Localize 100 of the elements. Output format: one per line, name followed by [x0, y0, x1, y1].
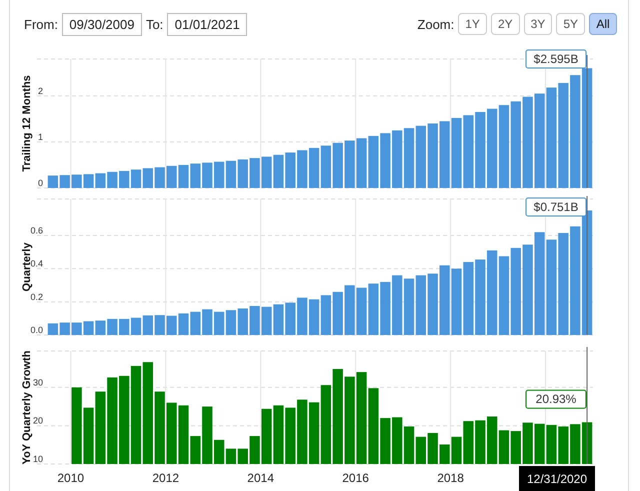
bar — [119, 170, 130, 188]
value-tooltip: $2.595B — [526, 50, 586, 68]
bar — [202, 162, 212, 188]
bar — [308, 299, 320, 335]
tick-label: 2014 — [247, 471, 274, 485]
to-label: To: — [146, 16, 164, 32]
bar — [60, 175, 70, 188]
bar — [119, 318, 130, 335]
bar — [238, 159, 248, 188]
bar — [297, 150, 308, 188]
bar — [428, 432, 438, 464]
bar — [238, 308, 248, 335]
bar — [582, 422, 592, 464]
tick-label: 0.0 — [30, 325, 43, 335]
bar — [380, 133, 390, 188]
bar — [451, 118, 462, 188]
zoom-label: Zoom: — [417, 16, 454, 32]
bar — [190, 164, 200, 188]
tick-label: 0.4 — [30, 258, 43, 269]
tick-label: 2012 — [152, 471, 180, 485]
bar — [95, 320, 106, 335]
bar — [522, 422, 533, 464]
bar — [297, 298, 308, 335]
value-tooltip: $0.751B — [526, 198, 586, 216]
bar — [107, 318, 118, 335]
bar — [486, 416, 498, 464]
bar — [475, 420, 486, 464]
to-date-field[interactable]: 01/01/2021 — [167, 12, 248, 36]
bar — [214, 312, 224, 335]
bar — [190, 312, 200, 335]
bar — [440, 265, 450, 335]
bar — [428, 124, 438, 188]
tick-label: 0.2 — [30, 292, 43, 302]
tick-label: 30 — [32, 377, 43, 388]
bar — [404, 128, 414, 188]
bar — [273, 154, 284, 188]
date-label: 12/31/2020 — [519, 466, 595, 491]
bar — [154, 315, 165, 335]
bar — [332, 292, 343, 335]
zoom-button[interactable]: All — [589, 13, 617, 35]
bar — [416, 275, 426, 335]
bar — [440, 444, 450, 464]
bar — [428, 274, 438, 335]
tick-label: 20 — [32, 416, 43, 426]
zoom-button[interactable]: 3Y — [524, 13, 552, 35]
bar — [440, 121, 450, 188]
from-label: From: — [24, 16, 58, 32]
from-date-field[interactable]: 09/30/2009 — [62, 12, 142, 36]
tick-label: 2016 — [342, 471, 369, 485]
tick-label: 1 — [38, 132, 43, 142]
bar — [416, 126, 426, 188]
value-tooltip: 20.93% — [526, 390, 586, 409]
bar — [107, 172, 118, 188]
bar — [72, 174, 82, 188]
bar — [48, 176, 58, 188]
bar — [95, 173, 106, 188]
bar — [368, 136, 379, 188]
bar — [392, 130, 402, 188]
bar — [392, 417, 402, 464]
bar — [60, 322, 70, 335]
bar — [308, 148, 320, 188]
bar — [166, 316, 177, 335]
bar — [72, 322, 82, 335]
bar — [297, 400, 308, 464]
bar — [404, 426, 414, 464]
bar — [344, 285, 355, 335]
zoom-button[interactable]: 5Y — [556, 13, 585, 35]
tick-label: 0 — [38, 178, 43, 188]
bar — [214, 162, 224, 188]
bar — [451, 268, 462, 335]
bar — [570, 424, 580, 464]
bar — [130, 318, 142, 335]
bar — [534, 424, 545, 464]
bar — [226, 160, 236, 188]
axis-title: Trailing 12 Months — [21, 75, 33, 172]
bar — [273, 405, 284, 464]
bar — [178, 313, 189, 335]
bar — [392, 275, 402, 335]
bar — [320, 295, 332, 335]
tick-label: 0.6 — [30, 226, 43, 236]
bar — [202, 309, 212, 335]
bar — [546, 424, 557, 464]
bar — [250, 306, 260, 335]
bar — [416, 436, 426, 464]
bar — [344, 140, 355, 188]
zoom-button[interactable]: 1Y — [458, 13, 487, 35]
axis-title: YoY Quarterly Growth — [21, 350, 33, 464]
bar — [356, 288, 367, 335]
bar — [130, 170, 142, 188]
zoom-button[interactable]: 2Y — [490, 13, 520, 35]
tick-label: 10 — [32, 454, 43, 464]
bar — [380, 282, 390, 335]
bar — [285, 152, 296, 188]
bar — [178, 164, 189, 188]
tick-label: 2018 — [437, 471, 464, 485]
bar — [238, 448, 248, 464]
bar — [48, 323, 58, 335]
bar — [332, 142, 343, 188]
bar — [83, 408, 94, 464]
bar — [154, 167, 165, 188]
